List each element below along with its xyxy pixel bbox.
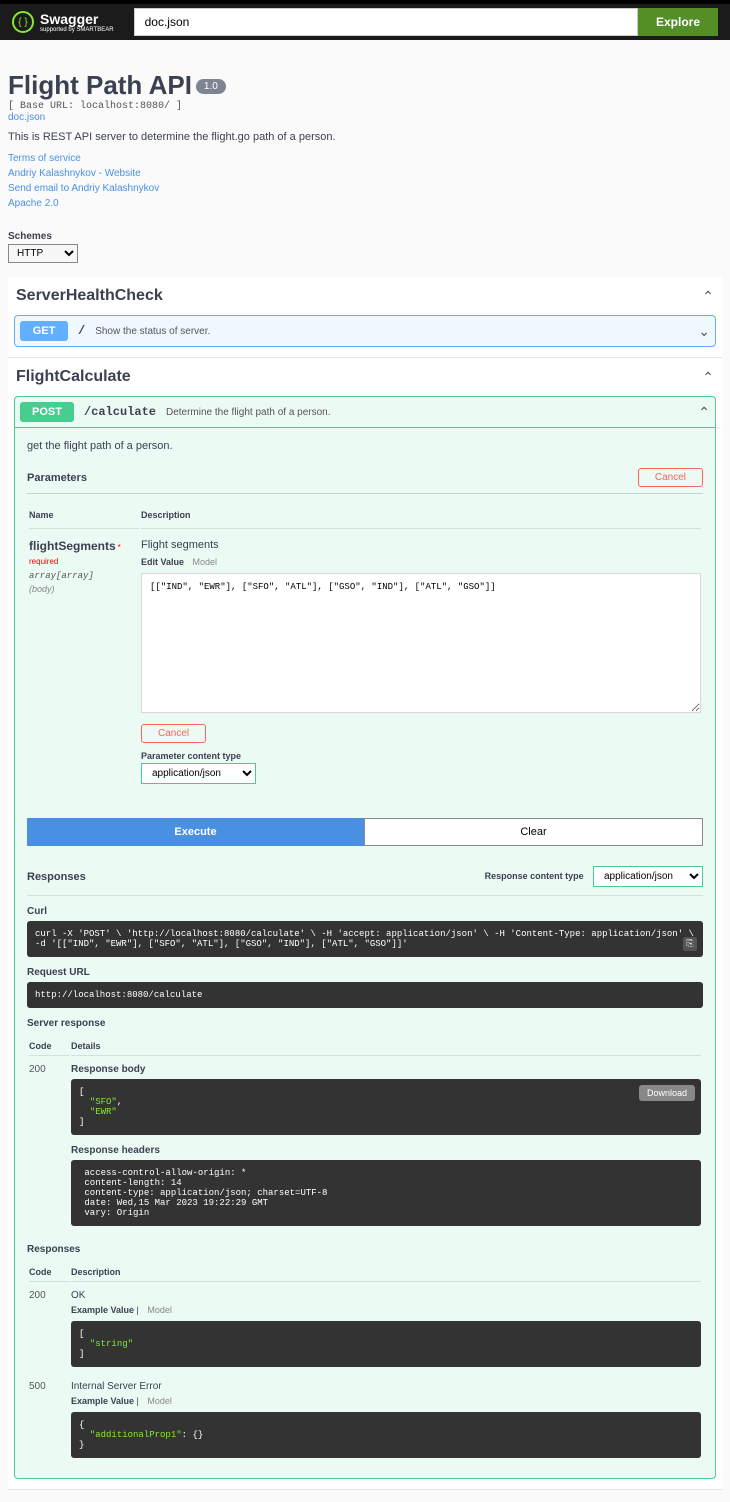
tag-name: FlightCalculate [16,368,131,386]
response-body-label: Response body [71,1064,701,1075]
parameters-heading: Parameters [27,472,87,484]
api-info: Flight Path API 1.0 [ Base URL: localhost… [8,70,722,211]
response-code: 500 [29,1375,69,1464]
swagger-icon: { } [12,11,34,33]
explore-button[interactable]: Explore [638,8,718,36]
edit-value-tab[interactable]: Edit Value [141,557,184,567]
curl-label: Curl [27,906,703,917]
request-url-label: Request URL [27,967,703,978]
chevron-down-icon: ⌄ [698,323,710,340]
param-row: flightSegments* required array[array] (b… [29,531,701,792]
operation-summary-text: Determine the flight path of a person. [166,407,698,418]
method-badge: GET [20,321,68,341]
model-tab[interactable]: Model [193,557,218,567]
api-version: 1.0 [196,79,226,94]
example-body-200: [ "string" ] [71,1321,701,1367]
col-description: Description [71,1263,701,1282]
col-name: Name [29,506,139,529]
chevron-up-icon: ⌃ [702,369,714,386]
example-value-tab[interactable]: Example Value [71,1396,134,1406]
cancel-tryout-button[interactable]: Cancel [638,468,703,487]
param-content-type-select[interactable]: application/json [141,763,256,784]
response-row: 200 Response body [ "SFO", "EWR" ]Downlo… [29,1058,701,1232]
body-param-textarea[interactable]: [["IND", "EWR"], ["SFO", "ATL"], ["GSO",… [141,573,701,713]
response-row-500: 500 Internal Server Error Example Value … [29,1375,701,1464]
tag-flightcalculate: FlightCalculate ⌃ POST /calculate Determ… [8,358,722,1490]
col-details: Details [71,1037,701,1056]
base-url: [ Base URL: localhost:8080/ ] [8,101,722,112]
curl-command: curl -X 'POST' \ 'http://localhost:8080/… [27,921,703,957]
chevron-up-icon: ⌃ [702,288,714,305]
documented-responses-label: Responses [27,1244,703,1255]
logo-subtitle: supported by SMARTBEAR [40,27,114,33]
tag-serverhealthcheck: ServerHealthCheck ⌃ GET / Show the statu… [8,277,722,358]
chevron-up-icon: ⌃ [698,404,710,421]
model-tab[interactable]: Model [147,1396,172,1406]
operation-summary[interactable]: POST /calculate Determine the flight pat… [15,397,715,427]
schemes-section: Schemes HTTP [8,231,722,263]
tag-header-flightcalculate[interactable]: FlightCalculate ⌃ [8,358,722,396]
model-tab[interactable]: Model [147,1305,172,1315]
param-description: Flight segments [141,539,701,551]
response-code: 200 [29,1284,69,1373]
response-code: 200 [29,1058,69,1232]
operation-description: get the flight path of a person. [27,440,703,452]
response-body: [ "SFO", "EWR" ]Download [71,1079,701,1135]
clear-button[interactable]: Clear [364,818,703,846]
response-ct-select[interactable]: application/json [593,866,703,887]
tag-header-serverhealthcheck[interactable]: ServerHealthCheck ⌃ [8,277,722,315]
col-code: Code [29,1037,69,1056]
operation-desc: Show the status of server. [95,326,698,337]
operation-post-calculate: POST /calculate Determine the flight pat… [14,396,716,1479]
request-url: http://localhost:8080/calculate [27,982,703,1008]
spec-link[interactable]: doc.json [8,112,722,123]
execute-button[interactable]: Execute [27,818,364,846]
documented-responses-table: CodeDescription 200 OK Example Value | M… [27,1261,703,1466]
col-description: Description [141,506,701,529]
logo-text: Swagger [40,11,98,27]
topbar: { } Swagger supported by SMARTBEAR Explo… [0,0,730,40]
server-response-label: Server response [27,1018,703,1029]
api-title: Flight Path API [8,70,192,101]
response-desc: OK [71,1290,701,1301]
response-headers-label: Response headers [71,1145,701,1156]
param-in: (body) [29,584,55,594]
response-ct-label: Response content type [485,871,584,881]
response-headers: access-control-allow-origin: * content-l… [71,1160,701,1226]
copy-icon[interactable]: ⎘ [683,937,697,951]
download-button[interactable]: Download [639,1085,695,1101]
operation-path: /calculate [84,405,156,419]
param-type: array[array] [29,571,94,581]
terms-link[interactable]: Terms of service [8,151,722,166]
cancel-param-button[interactable]: Cancel [141,724,206,743]
example-value-tab[interactable]: Example Value [71,1305,134,1315]
email-link[interactable]: Send email to Andriy Kalashnykov [8,181,722,196]
schemes-select[interactable]: HTTP [8,244,78,263]
col-code: Code [29,1263,69,1282]
response-row-200: 200 OK Example Value | Model [ "string" … [29,1284,701,1373]
responses-heading: Responses [27,871,86,883]
operation-summary[interactable]: GET / Show the status of server. ⌄ [15,316,715,346]
spec-url-input[interactable] [134,8,638,36]
response-desc: Internal Server Error [71,1381,701,1392]
param-name: flightSegments [29,539,116,553]
schemes-label: Schemes [8,231,722,242]
spec-url-bar: Explore [134,8,718,36]
method-badge: POST [20,402,74,422]
example-body-500: { "additionalProp1": {} } [71,1412,701,1458]
tag-name: ServerHealthCheck [16,287,163,305]
parameters-table: Name Description flightSegments* require… [27,504,703,794]
operation-get-root: GET / Show the status of server. ⌄ [14,315,716,347]
api-description: This is REST API server to determine the… [8,131,722,143]
swagger-logo: { } Swagger supported by SMARTBEAR [12,11,114,33]
param-content-type-label: Parameter content type [141,751,701,761]
operation-path: / [78,324,85,338]
server-response-table: CodeDetails 200 Response body [ "SFO", "… [27,1035,703,1234]
license-link[interactable]: Apache 2.0 [8,196,722,211]
contact-link[interactable]: Andriy Kalashnykov - Website [8,166,722,181]
